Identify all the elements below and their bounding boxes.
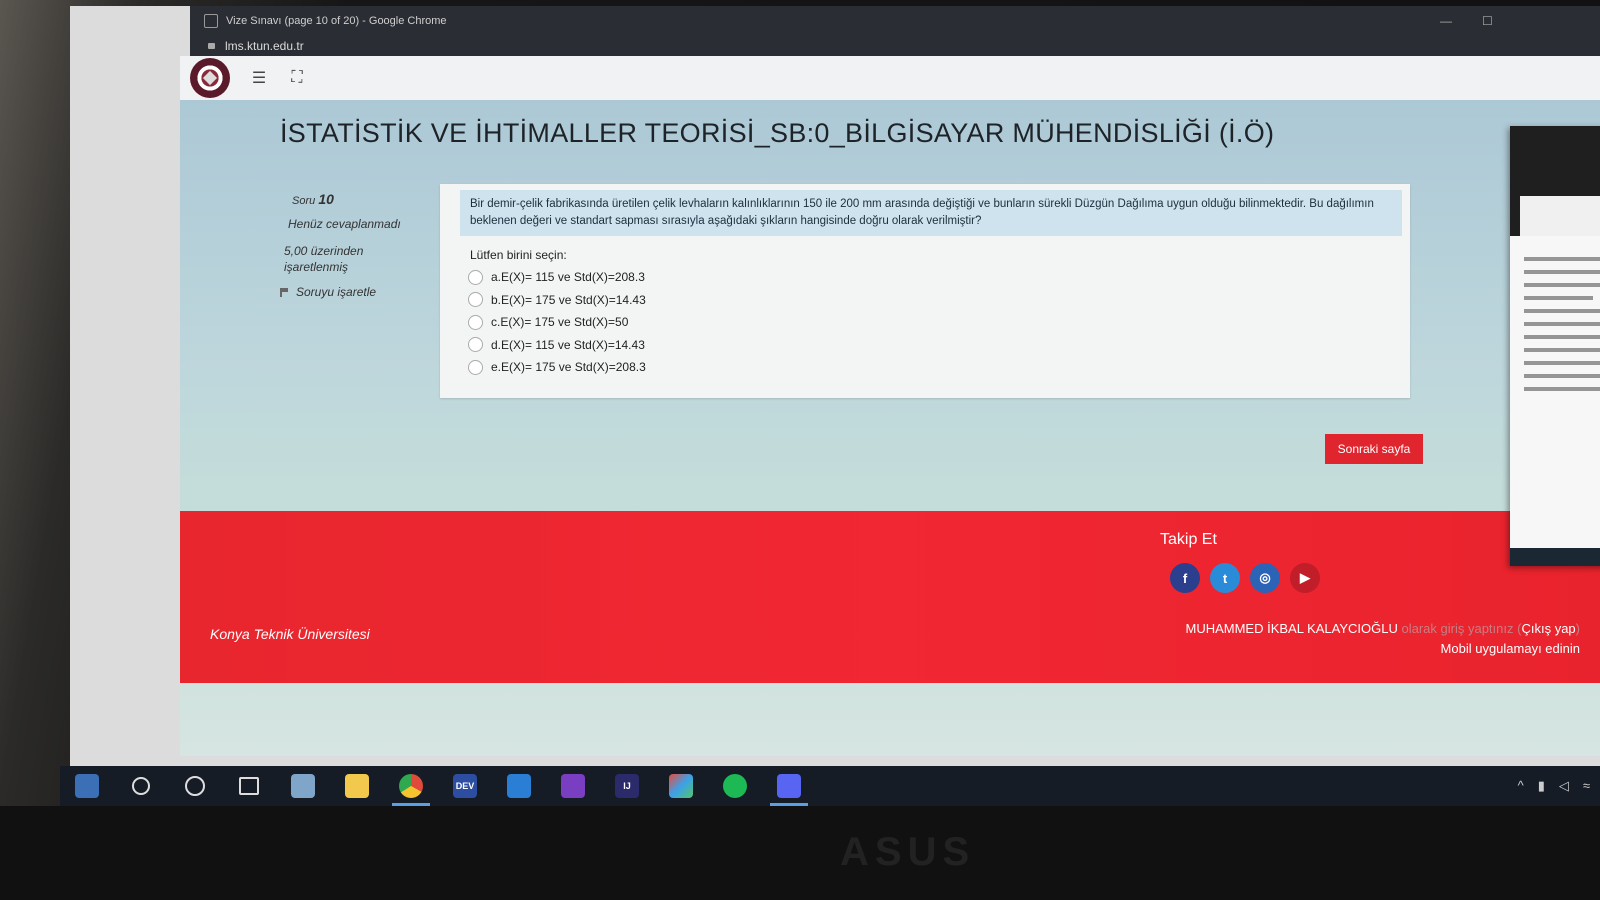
cortana-icon[interactable] [168, 766, 222, 806]
window-title: Vize Sınavı (page 10 of 20) - Google Chr… [226, 15, 447, 27]
lock-icon [208, 43, 215, 49]
flag-icon [280, 287, 290, 297]
browser-titlebar: Vize Sınavı (page 10 of 20) - Google Chr… [190, 6, 1600, 36]
logout-link[interactable]: Çıkış yap [1521, 621, 1575, 636]
instagram-icon[interactable]: ◎ [1250, 563, 1280, 593]
screen: Vize Sınavı (page 10 of 20) - Google Chr… [70, 6, 1600, 766]
answer-option-label[interactable]: b.E(X)= 175 ve Std(X)=14.43 [491, 293, 646, 307]
answer-option-label[interactable]: d.E(X)= 115 ve Std(X)=14.43 [491, 338, 645, 352]
answer-option-label[interactable]: c.E(X)= 175 ve Std(X)=50 [491, 315, 628, 329]
radio-button[interactable] [468, 269, 483, 285]
app-icon[interactable] [276, 766, 330, 806]
intellij-icon[interactable]: IJ [600, 766, 654, 806]
system-tray: ^ ▮ ◁ ≈ [1518, 778, 1590, 794]
fullscreen-icon[interactable]: ⛶ [288, 69, 306, 87]
question-text: Bir demir-çelik fabrikasında üretilen çe… [460, 190, 1402, 236]
spotify-icon[interactable] [708, 766, 762, 806]
radio-button[interactable] [468, 292, 483, 308]
youtube-icon[interactable]: ▶ [1290, 563, 1320, 593]
next-page-button[interactable]: Sonraki sayfa [1325, 434, 1423, 464]
user-profile-link[interactable]: MUHAMMED İKBAL KALAYCIOĞLU [1185, 621, 1397, 636]
hamburger-menu-icon[interactable]: ☰ [250, 68, 268, 88]
address-bar[interactable]: lms.ktun.edu.tr [190, 36, 1600, 56]
app-window-icon [204, 14, 218, 28]
mobile-app-link[interactable]: Mobil uygulamayı edinin [1441, 641, 1580, 656]
flag-question-label[interactable]: Soruyu işaretle [296, 285, 376, 299]
question-number: Soru 10 [292, 191, 430, 207]
radio-button[interactable] [468, 359, 483, 375]
follow-label: Takip Et [1160, 531, 1217, 548]
question-number-value: 10 [318, 191, 334, 207]
url-text[interactable]: lms.ktun.edu.tr [225, 39, 304, 53]
monitor-chin [0, 806, 1600, 900]
answer-option[interactable]: b.E(X)= 175 ve Std(X)=14.43 [468, 289, 1410, 312]
visual-studio-icon[interactable] [546, 766, 600, 806]
3d-app-icon[interactable] [654, 766, 708, 806]
file-explorer-icon[interactable] [330, 766, 384, 806]
answer-option-label[interactable]: a.E(X)= 115 ve Std(X)=208.3 [491, 270, 645, 284]
discord-icon[interactable] [762, 766, 816, 806]
search-icon[interactable] [114, 766, 168, 806]
question-number-label: Soru [292, 195, 316, 207]
overlay-notes [1510, 236, 1600, 412]
wifi-icon[interactable]: ≈ [1583, 778, 1590, 794]
task-view-icon[interactable] [222, 766, 276, 806]
facebook-icon[interactable]: f [1170, 563, 1200, 593]
question-box: Bir demir-çelik fabrikasında üretilen çe… [440, 184, 1410, 398]
university-logo[interactable] [190, 58, 230, 98]
volume-icon[interactable]: ◁ [1559, 778, 1569, 794]
windows-start-icon[interactable] [60, 766, 114, 806]
chevron-up-icon[interactable]: ^ [1518, 778, 1524, 794]
devc-icon[interactable]: DEV [438, 766, 492, 806]
radio-button[interactable] [468, 337, 483, 353]
overlay-header [1510, 126, 1600, 236]
flag-question-link[interactable]: Soruyu işaretle [280, 285, 430, 299]
page-title: İSTATİSTİK VE İHTİMALLER TEORİSİ_SB:0_Bİ… [280, 118, 1275, 148]
radio-button[interactable] [468, 314, 483, 330]
answer-option[interactable]: a.E(X)= 115 ve Std(X)=208.3 [468, 266, 1410, 289]
answer-prompt: Lütfen birini seçin: [470, 248, 567, 262]
question-info: Soru 10 Henüz cevaplanmadı 5,00 üzerinde… [280, 191, 430, 299]
top-navbar: ☰ ⛶ [180, 56, 1600, 100]
proctoring-overlay-window[interactable] [1510, 126, 1600, 566]
microphone-icon[interactable]: ▮ [1538, 778, 1545, 794]
logged-in-text: olarak giriş yaptınız [1401, 621, 1514, 636]
answer-option-label[interactable]: e.E(X)= 175 ve Std(X)=208.3 [491, 360, 646, 374]
university-name: Konya Teknik Üniversitesi [210, 626, 370, 642]
vscode-icon[interactable] [492, 766, 546, 806]
answer-option[interactable]: d.E(X)= 115 ve Std(X)=14.43 [468, 334, 1410, 357]
question-state: Henüz cevaplanmadı [288, 217, 401, 231]
minimize-button[interactable]: — [1440, 14, 1452, 28]
answer-option[interactable]: c.E(X)= 175 ve Std(X)=50 [468, 311, 1410, 334]
question-marks: 5,00 üzerinden işaretlenmiş [284, 244, 364, 274]
windows-taskbar: DEV IJ ^ ▮ ◁ ≈ [60, 766, 1600, 806]
maximize-button[interactable]: ☐ [1482, 14, 1493, 28]
login-info: MUHAMMED İKBAL KALAYCIOĞLU olarak giriş … [1185, 621, 1580, 656]
answer-option[interactable]: e.E(X)= 175 ve Std(X)=208.3 [468, 356, 1410, 379]
footer: Takip Et f t ◎ ▶ Konya Teknik Üniversite… [180, 511, 1600, 683]
monitor-brand-logo: ASUS [840, 830, 976, 874]
social-links: f t ◎ ▶ [1170, 563, 1320, 593]
overlay-taskbar [1510, 548, 1600, 566]
twitter-icon[interactable]: t [1210, 563, 1240, 593]
chrome-icon[interactable] [384, 766, 438, 806]
page-content: ☰ ⛶ İSTATİSTİK VE İHTİMALLER TEORİSİ_SB:… [180, 56, 1600, 756]
